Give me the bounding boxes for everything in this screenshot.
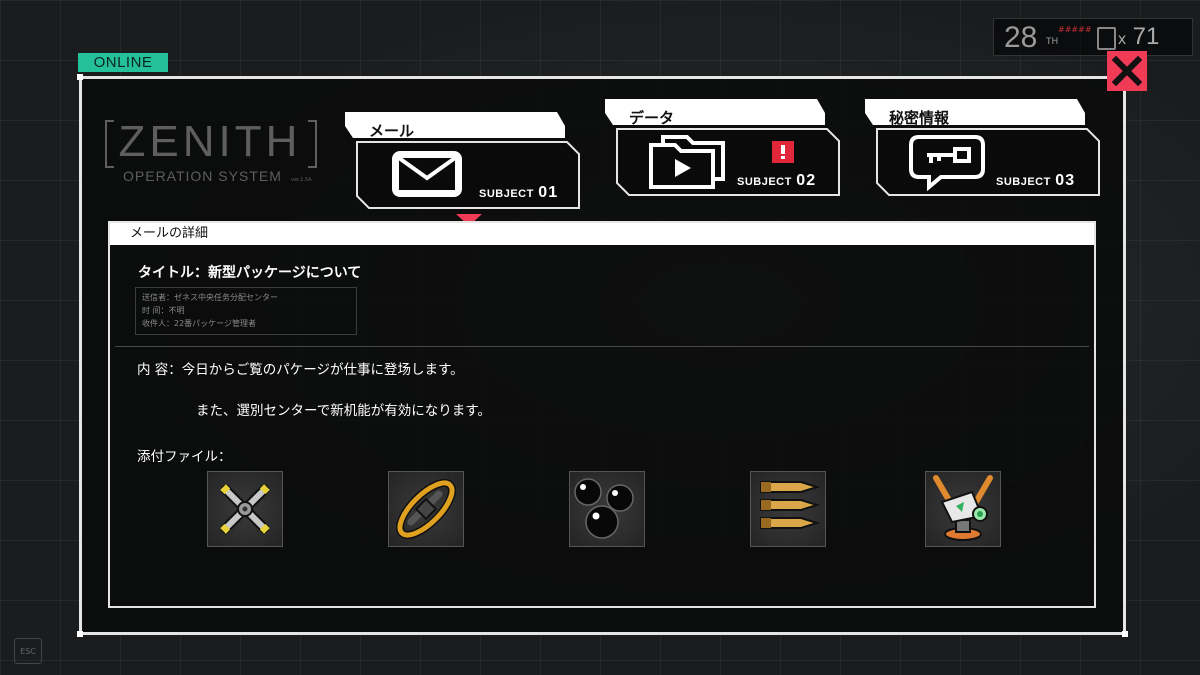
- tab-secret-info-subject: SUBJECT 03: [996, 172, 1076, 189]
- mail-detail-box: メールの詳細 タイトル：新型パッケージについて 送信者：ゼネス中央任务分配センタ…: [108, 221, 1096, 608]
- hud-day-suffix: TH: [1046, 37, 1059, 47]
- zenith-logo: ZENITH OPERATION SYSTEM ver.1.5A: [105, 118, 320, 188]
- tab-mail-subject: SUBJECT 01: [479, 184, 559, 201]
- tab-secret-info-label: 秘密情報: [889, 109, 950, 127]
- mail-sender: 送信者：ゼネス中央任务分配センター: [142, 293, 278, 302]
- panel-corner: [77, 74, 83, 80]
- ticket-icon: [1097, 27, 1116, 50]
- hud-day: 28: [1004, 21, 1038, 54]
- close-icon: [1112, 56, 1142, 86]
- tab-data[interactable]: データ SUBJECT 02: [605, 99, 840, 209]
- divider: [115, 346, 1089, 347]
- mail-time: 时 间：不明: [142, 306, 185, 315]
- close-button[interactable]: [1107, 51, 1147, 91]
- hud-counter: 28 TH ##### x 71: [993, 18, 1193, 56]
- envelope-icon: [392, 151, 462, 197]
- video-folder-icon: [649, 135, 725, 189]
- tab-data-subject: SUBJECT 02: [737, 172, 817, 189]
- tab-mail-label: メール: [369, 122, 415, 140]
- mail-detail-header: メールの詳細: [110, 223, 1094, 245]
- mail-title: タイトル：新型パッケージについて: [138, 265, 362, 281]
- attachment-item[interactable]: [925, 471, 1001, 547]
- mail-content-line: 内 容：今日からご覧のパケージが仕事に登场します。: [137, 362, 464, 378]
- panel-corner: [1122, 631, 1128, 637]
- ring-blade-icon: [396, 479, 456, 539]
- online-status-badge: ONLINE: [78, 53, 168, 72]
- attachment-item[interactable]: [569, 471, 645, 547]
- hud-day-tag: #####: [1058, 25, 1092, 34]
- tab-data-label: データ: [629, 109, 675, 127]
- attachment-item[interactable]: [388, 471, 464, 547]
- logo-bracket: [308, 120, 317, 168]
- logo-version: ver.1.5A: [291, 177, 312, 183]
- attachment-item[interactable]: [750, 471, 826, 547]
- attachments-label: 添付ファイル：: [137, 449, 232, 465]
- hud-ticket-count: x 71: [1118, 23, 1160, 50]
- mail-content-line: また、選別センターで新机能が有効になります。: [196, 403, 491, 419]
- attachment-item[interactable]: [207, 471, 283, 547]
- turret-robot-icon: [933, 475, 993, 541]
- mail-meta-box: 送信者：ゼネス中央任务分配センター 时 间：不明 收件人：22番パッケージ管理者: [135, 287, 357, 335]
- logo-subtitle: OPERATION SYSTEM: [123, 168, 282, 184]
- logo-title: ZENITH: [118, 117, 302, 166]
- key-chat-icon: [909, 135, 985, 191]
- panel-corner: [77, 631, 83, 637]
- black-orbs-icon: [574, 478, 634, 539]
- propeller-icon: [220, 484, 270, 534]
- mail-recipient: 收件人：22番パッケージ管理者: [142, 319, 257, 328]
- tab-mail[interactable]: メール SUBJECT 01: [345, 112, 580, 222]
- bullets-icon: [760, 481, 821, 529]
- escape-button[interactable]: ESC: [14, 638, 42, 664]
- alert-icon: [772, 141, 794, 163]
- tab-secret-info[interactable]: 秘密情報 SUBJECT 03: [865, 99, 1100, 209]
